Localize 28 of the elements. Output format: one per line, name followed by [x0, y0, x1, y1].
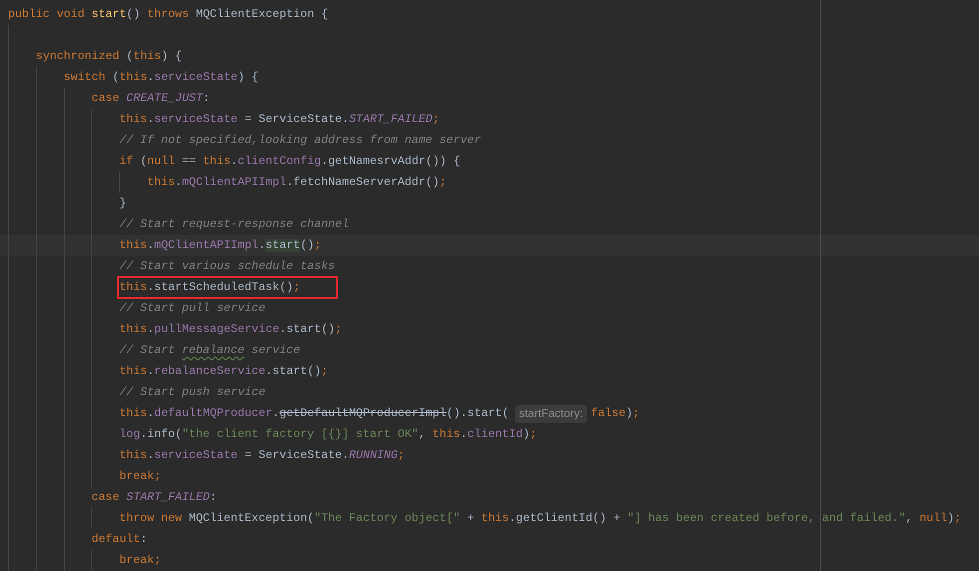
code-text: this.mQClientAPIImpl.fetchNameServerAddr(); [146, 175, 448, 191]
code-text: switch (this.serviceState) { [62, 70, 260, 86]
code-text: break; [118, 469, 162, 485]
code-text: // Start various schedule tasks [118, 259, 336, 275]
code-text: this.serviceState = ServiceState.RUNNING; [118, 448, 406, 464]
code-text: default: [90, 532, 148, 548]
code-text: false); [590, 406, 641, 422]
code-text: this.mQClientAPIImpl.start(); [118, 238, 322, 254]
code-text: this.defaultMQProducer.getDefaultMQProducerImpl().start( [118, 406, 510, 422]
parameter-hint: startFactory: [514, 404, 587, 422]
code-text: case START_FAILED: [90, 490, 218, 506]
code-text: // Start rebalance service [118, 343, 302, 359]
code-text: break; [118, 553, 162, 569]
code-text: synchronized (this) { [34, 49, 183, 65]
code-text: case CREATE_JUST: [90, 91, 211, 107]
code-text: throw new MQClientException("The Factory object[" + this.getClientId() + "] has been created before, and failed.", null); [118, 511, 962, 527]
code-text: this.serviceState = ServiceState.START_FAILED; [118, 112, 440, 128]
code-text: // If not specified,looking address from name server [118, 133, 482, 149]
code-text: if (null == this.clientConfig.getNamesrvAddr()) { [118, 154, 462, 170]
code-text: log.info("the client factory [{}] start OK", this.clientId); [118, 427, 538, 443]
code-text: // Start push service [118, 385, 266, 401]
code-text: // Start pull service [118, 301, 266, 317]
code-text: this.rebalanceService.start(); [118, 364, 330, 380]
code-text: public void start() throws MQClientException { [7, 7, 330, 23]
code-text: this.pullMessageService.start(); [118, 322, 343, 338]
code-text: this.startScheduledTask(); [117, 276, 338, 299]
code-text: } [118, 196, 128, 212]
code-text: // Start request-response channel [118, 217, 350, 233]
